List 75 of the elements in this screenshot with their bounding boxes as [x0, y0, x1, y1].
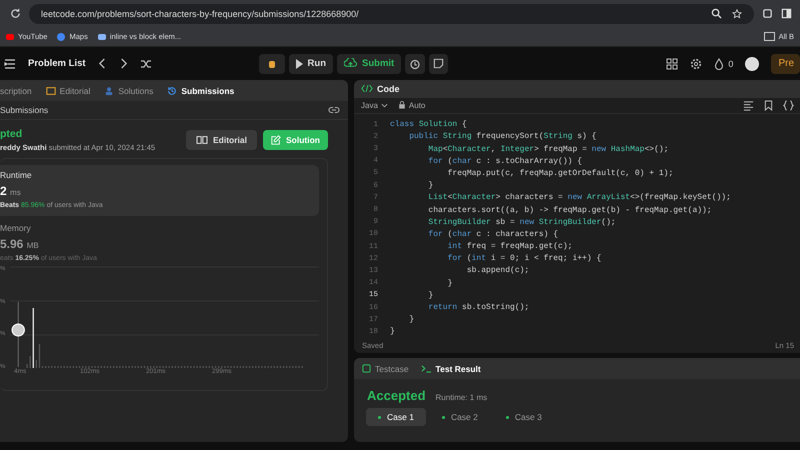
star-icon[interactable]	[732, 8, 742, 18]
code-icon	[361, 84, 373, 94]
address-bar[interactable]: leetcode.com/problems/sort-characters-by-frequency/submissions/1228668900/	[29, 4, 754, 24]
person-icon	[104, 86, 114, 96]
cloud-upload-icon	[344, 58, 358, 69]
link-icon[interactable]	[328, 105, 340, 115]
panel-tab[interactable]: scription	[0, 86, 32, 96]
runtime-label: Runtime	[0, 170, 33, 180]
problem-list-link[interactable]: Problem List	[28, 58, 86, 69]
lock-icon	[398, 101, 406, 110]
language-dropdown[interactable]: Java	[361, 100, 388, 110]
code-line: public String frequencySort(String s) {	[408, 132, 596, 142]
terminal-icon	[420, 364, 432, 373]
test-result-status: Accepted	[367, 388, 426, 403]
submission-status: pted	[0, 128, 24, 140]
zoom-icon[interactable]	[711, 8, 722, 19]
code-line: characters.sort((a, b) -> freqMap.get(b) - freqMap.get(a));	[427, 206, 712, 214]
submissions-heading: Submissions	[0, 105, 48, 115]
code-line: sb.append(c);	[466, 266, 530, 276]
chevron-down-icon	[380, 102, 388, 108]
previous-icon[interactable]	[98, 58, 107, 69]
settings-icon[interactable]	[690, 58, 702, 70]
run-button[interactable]: Run	[288, 54, 334, 74]
code-line: Map<Character, Integer> freqMap = new HashMap<>();	[427, 144, 668, 154]
code-line: return sb.toString();	[427, 303, 530, 312]
submit-button[interactable]: Submit	[337, 54, 402, 74]
editorial-button[interactable]: Editorial	[186, 130, 257, 150]
code-line: for (char c : s.toCharArray()) {	[427, 156, 582, 166]
premium-button[interactable]: Pre	[771, 54, 800, 74]
history-icon	[167, 86, 178, 96]
bookmark-icon[interactable]	[764, 100, 773, 111]
code-line: for (int i = 0; i < freq; i++) {	[446, 254, 602, 264]
code-line: class Solution {	[390, 120, 467, 130]
avatar-icon[interactable]	[745, 56, 760, 70]
panel-tab[interactable]: Editorial	[46, 86, 90, 96]
auto-mode-toggle[interactable]: Auto	[398, 100, 426, 110]
runtime-value: 2 ms	[0, 184, 22, 198]
format-icon[interactable]	[743, 100, 754, 111]
test-runtime: Runtime: 1 ms	[436, 393, 488, 402]
streak-counter[interactable]: 0	[714, 58, 734, 70]
code-line: }	[408, 315, 414, 324]
list-icon[interactable]	[4, 58, 16, 70]
position-marker[interactable]	[12, 302, 25, 368]
side-panel-icon[interactable]	[781, 8, 792, 19]
code-tab[interactable]: Code	[361, 84, 400, 94]
memory-label: Memory	[0, 223, 32, 233]
panel-tab[interactable]: Testcase	[362, 364, 409, 374]
code-line: int freq = freqMap.get(c);	[446, 242, 572, 252]
note-icon[interactable]	[429, 54, 448, 74]
code-line: StringBuilder sb = new StringBuilder();	[427, 218, 616, 227]
timer-icon[interactable]	[405, 54, 426, 74]
shuffle-icon[interactable]	[140, 58, 152, 70]
case-tab[interactable]: Case 1	[366, 408, 426, 426]
code-line: }	[427, 290, 434, 300]
panel-tab[interactable]: Test Result	[420, 364, 481, 374]
case-tab[interactable]: Case 3	[494, 408, 554, 426]
reload-icon[interactable]	[10, 8, 21, 19]
checkbox-icon	[362, 364, 371, 373]
code-line: List<Character> characters = new ArrayList<>(freqMap.keySet());	[427, 193, 731, 202]
edit-icon	[271, 135, 281, 145]
code-line: freqMap.put(c, freqMap.getOrDefault(c, 0) + 1);	[446, 168, 674, 178]
debug-button[interactable]	[258, 54, 285, 74]
layout-icon[interactable]	[666, 58, 678, 70]
extensions-icon[interactable]	[762, 8, 773, 19]
panel-tab[interactable]: Submissions	[167, 86, 234, 96]
panel-tab[interactable]: Solutions	[104, 86, 154, 96]
code-line: for (char c : characters) {	[427, 230, 558, 239]
code-line: }	[390, 327, 395, 336]
braces-icon[interactable]	[783, 100, 794, 111]
next-icon[interactable]	[118, 58, 128, 69]
url-text: leetcode.com/problems/sort-characters-by-frequency/submissions/1228668900/	[41, 8, 360, 18]
code-line: }	[446, 278, 452, 288]
memory-value: 5.96 MB	[0, 237, 40, 251]
case-tab[interactable]: Case 2	[430, 408, 490, 426]
code-line: }	[427, 181, 434, 190]
